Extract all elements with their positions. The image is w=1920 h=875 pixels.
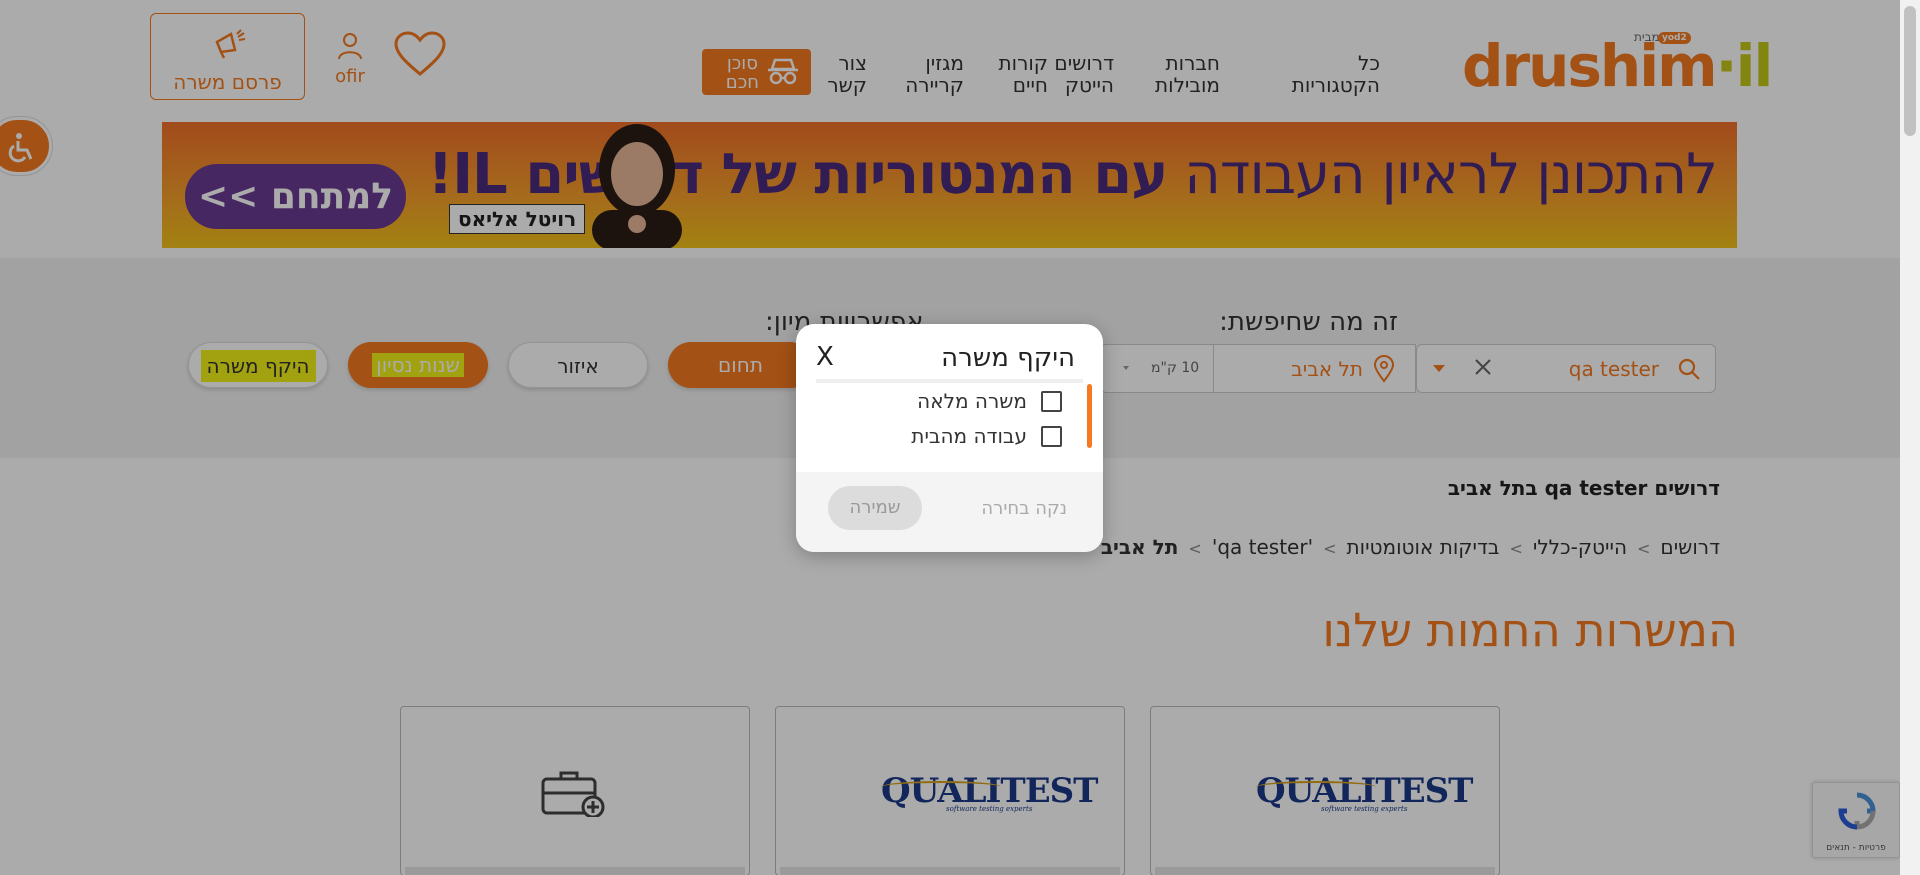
- option-label: עבודה מהבית: [911, 424, 1027, 448]
- close-icon[interactable]: X: [816, 343, 834, 371]
- checkbox[interactable]: [1041, 425, 1062, 447]
- scrollbar-thumb[interactable]: [1904, 6, 1916, 136]
- clear-selection-link[interactable]: נקה בחירה: [981, 498, 1067, 519]
- option-remote[interactable]: עבודה מהבית: [911, 423, 1062, 449]
- modal-title: היקף משרה: [941, 343, 1075, 373]
- job-scope-modal: היקף משרה X משרה מלאה עבודה מהבית שמירה …: [796, 324, 1103, 552]
- modal-scrollbar[interactable]: [1087, 384, 1092, 448]
- modal-divider: [816, 379, 1083, 383]
- modal-footer: שמירה נקה בחירה: [796, 472, 1103, 552]
- option-full-time[interactable]: משרה מלאה: [917, 388, 1062, 414]
- option-label: משרה מלאה: [917, 389, 1027, 413]
- save-button[interactable]: שמירה: [828, 486, 922, 530]
- page-scrollbar[interactable]: [1900, 0, 1920, 875]
- checkbox[interactable]: [1041, 390, 1062, 412]
